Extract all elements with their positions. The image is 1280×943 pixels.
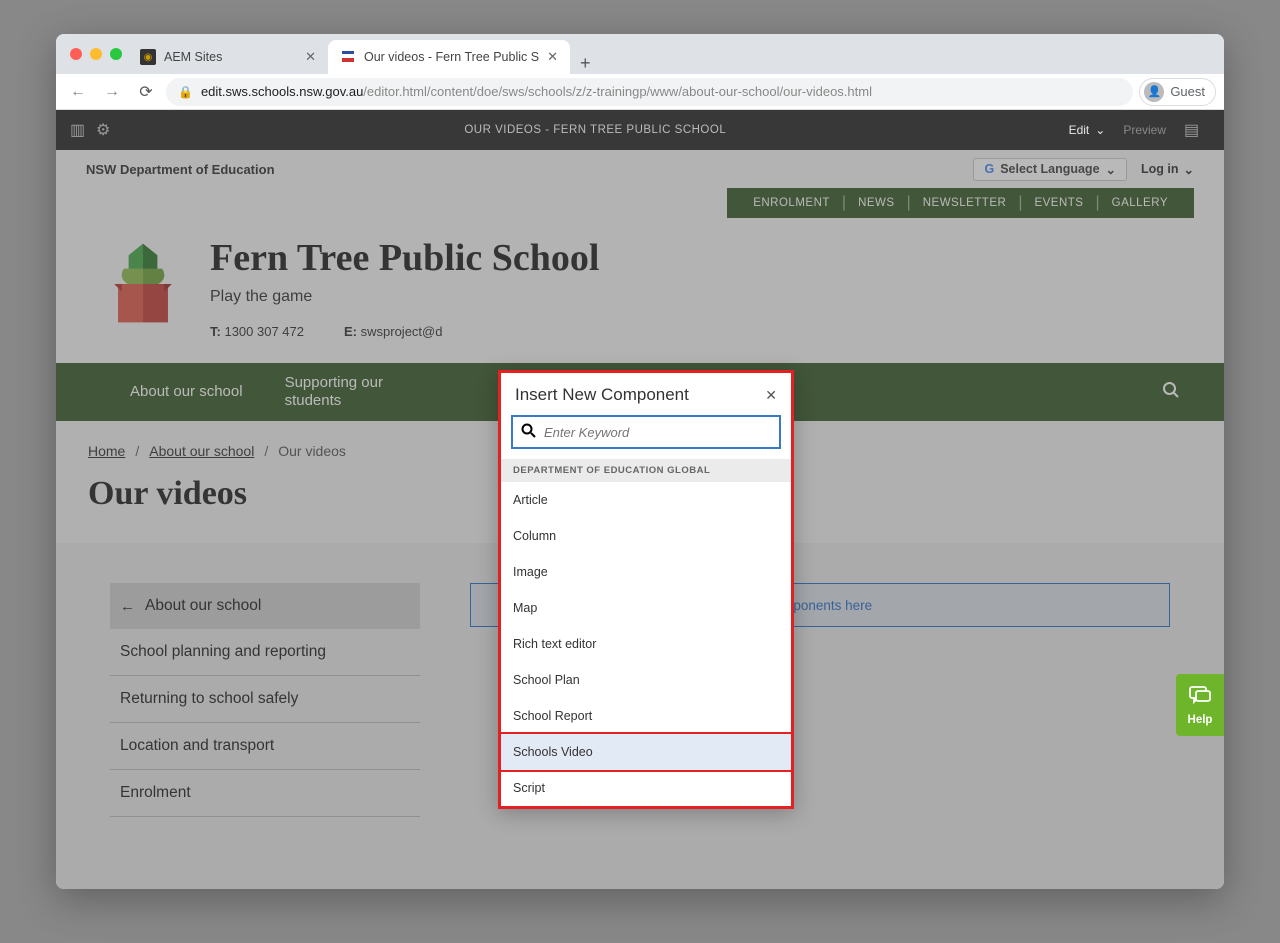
util-nav-item[interactable]: NEWS [846,197,907,209]
profile-chip[interactable]: 👤 Guest [1139,78,1216,106]
side-nav-item[interactable]: Location and transport [110,723,420,770]
breadcrumb-sep: / [264,443,268,459]
util-nav-item[interactable]: NEWSLETTER [911,197,1019,209]
window-controls [70,48,122,60]
modal-search-input[interactable] [544,425,771,440]
utility-nav: ENROLMENT|NEWS|NEWSLETTER|EVENTS|GALLERY [56,188,1224,218]
component-option[interactable]: Script [501,770,791,806]
util-nav-item[interactable]: ENROLMENT [741,197,842,209]
window-maximize-button[interactable] [110,48,122,60]
annotate-icon[interactable]: ▤ [1184,120,1210,140]
hero-section: Fern Tree Public School Play the game T:… [56,218,1224,363]
tagline: Play the game [210,288,599,306]
side-nav-item[interactable]: School planning and reporting [110,629,420,676]
dept-label: NSW Department of Education [86,162,275,177]
tab-title: AEM Sites [164,50,297,64]
url-text: edit.sws.schools.nsw.gov.au/editor.html/… [201,84,872,99]
insert-component-modal: Insert New Component ✕ DEPARTMENT OF EDU… [498,370,794,809]
browser-tab-aem-sites[interactable]: ◉ AEM Sites ✕ [128,40,328,74]
edit-mode-dropdown[interactable]: Edit ⌄ [1069,123,1106,137]
modal-search-field[interactable] [511,415,781,449]
contact-row: T: 1300 307 472 E: swsproject@d [210,324,599,339]
component-option[interactable]: Schools Video [501,732,791,772]
modal-group-header: DEPARTMENT OF EDUCATION GLOBAL [501,459,791,482]
component-option[interactable]: Article [501,482,791,518]
google-icon: G [984,162,994,176]
favicon-icon: ◉ [140,49,156,65]
preview-button[interactable]: Preview [1123,123,1166,137]
browser-window: ◉ AEM Sites ✕ Our videos - Fern Tree Pub… [56,34,1224,889]
side-nav-parent[interactable]: ← About our school [110,583,420,629]
close-icon[interactable]: ✕ [547,49,558,65]
close-icon[interactable]: ✕ [305,49,316,65]
tab-title: Our videos - Fern Tree Public S [364,50,539,64]
window-minimize-button[interactable] [90,48,102,60]
top-strip: NSW Department of Education G Select Lan… [56,150,1224,188]
url-field[interactable]: 🔒 edit.sws.schools.nsw.gov.au/editor.htm… [166,78,1133,106]
new-tab-button[interactable]: + [570,53,601,74]
component-option[interactable]: Image [501,554,791,590]
chevron-down-icon: ⌄ [1095,123,1105,137]
login-link[interactable]: Log in ⌄ [1141,162,1194,177]
component-option[interactable]: School Report [501,698,791,734]
forward-button[interactable]: → [98,83,126,101]
reload-button[interactable]: ⟳ [132,82,160,102]
util-nav-item[interactable]: GALLERY [1100,197,1180,209]
breadcrumb-current: Our videos [278,443,346,459]
chevron-down-icon: ⌄ [1106,162,1116,177]
aem-page-title: OUR VIDEOS - FERN TREE PUBLIC SCHOOL [122,124,1069,136]
aem-editor-bar: ▥ ⚙ OUR VIDEOS - FERN TREE PUBLIC SCHOOL… [56,110,1224,150]
search-icon[interactable] [1162,381,1180,404]
chat-icon [1188,685,1212,711]
breadcrumb-about[interactable]: About our school [149,443,254,459]
breadcrumb-sep: / [135,443,139,459]
side-nav: ← About our school School planning and r… [110,583,420,833]
window-close-button[interactable] [70,48,82,60]
side-nav-item[interactable]: Returning to school safely [110,676,420,723]
close-icon[interactable]: ✕ [765,387,777,404]
url-bar: ← → ⟳ 🔒 edit.sws.schools.nsw.gov.au/edit… [56,74,1224,110]
favicon-icon [340,49,356,65]
side-nav-item[interactable]: Enrolment [110,770,420,817]
school-logo [104,236,182,332]
util-nav-item[interactable]: EVENTS [1022,197,1095,209]
component-option[interactable]: Column [501,518,791,554]
page-viewport: NSW Department of Education G Select Lan… [56,150,1224,889]
help-tab[interactable]: Help [1176,674,1224,736]
browser-tab-current[interactable]: Our videos - Fern Tree Public S ✕ [328,40,570,74]
page-settings-icon[interactable]: ⚙ [96,120,122,140]
arrow-left-icon: ← [120,598,135,615]
rail-toggle-icon[interactable]: ▥ [70,120,96,140]
main-nav-about[interactable]: About our school [130,383,243,401]
profile-label: Guest [1170,84,1205,99]
chevron-down-icon: ⌄ [1184,162,1194,177]
component-option[interactable]: Map [501,590,791,626]
language-selector[interactable]: G Select Language ⌄ [973,158,1127,181]
lock-icon: 🔒 [178,85,193,99]
main-nav-supporting[interactable]: Supporting our students [285,374,415,410]
component-option[interactable]: Rich text editor [501,626,791,662]
search-icon [521,423,536,441]
tab-bar: ◉ AEM Sites ✕ Our videos - Fern Tree Pub… [56,34,1224,74]
component-option[interactable]: School Plan [501,662,791,698]
modal-title: Insert New Component [515,385,689,405]
breadcrumb-home[interactable]: Home [88,443,125,459]
back-button[interactable]: ← [64,83,92,101]
school-name: Fern Tree Public School [210,236,599,280]
avatar-icon: 👤 [1144,82,1164,102]
